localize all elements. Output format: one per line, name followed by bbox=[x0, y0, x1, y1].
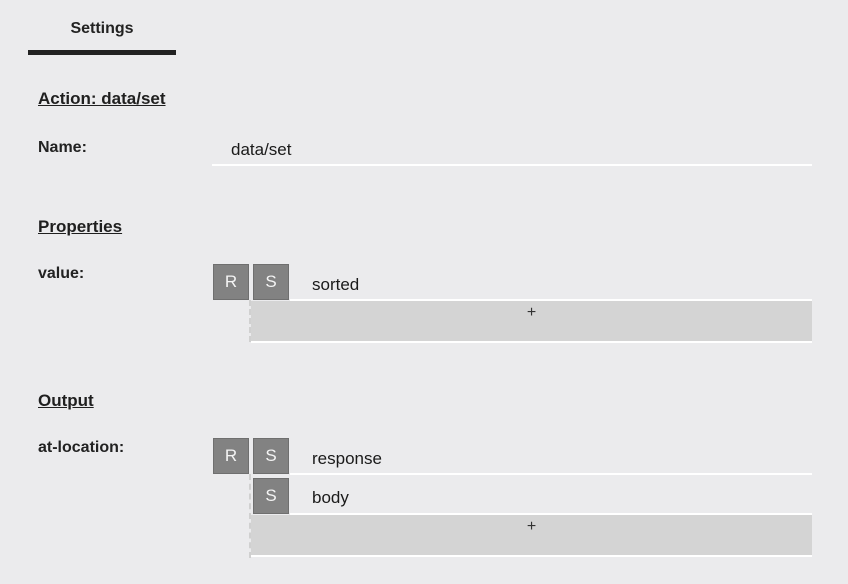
value-string-button[interactable]: S bbox=[253, 264, 289, 300]
name-input[interactable]: data/set bbox=[212, 132, 812, 166]
location-row-text-2[interactable]: body bbox=[312, 488, 349, 508]
location-string-button-1[interactable]: S bbox=[253, 438, 289, 474]
location-reference-button[interactable]: R bbox=[213, 438, 249, 474]
at-location-label: at-location: bbox=[38, 439, 125, 456]
plus-icon: + bbox=[526, 518, 537, 535]
value-add-button[interactable]: + bbox=[251, 301, 812, 343]
name-label: Name: bbox=[38, 139, 87, 156]
value-label: value: bbox=[38, 265, 85, 282]
name-input-value: data/set bbox=[231, 140, 292, 159]
location-add-button[interactable]: + bbox=[251, 515, 812, 557]
location-row-text-1[interactable]: response bbox=[312, 449, 382, 469]
value-row-text[interactable]: sorted bbox=[312, 275, 359, 295]
tab-settings[interactable]: Settings bbox=[28, 0, 176, 56]
tab-active-indicator bbox=[28, 50, 176, 55]
output-heading: Output bbox=[38, 391, 94, 410]
location-row-underline-1 bbox=[290, 473, 812, 475]
location-string-button-2[interactable]: S bbox=[253, 478, 289, 514]
plus-icon: + bbox=[526, 304, 537, 321]
action-heading: Action: data/set bbox=[38, 89, 166, 108]
properties-heading: Properties bbox=[38, 217, 123, 236]
value-reference-button[interactable]: R bbox=[213, 264, 249, 300]
tab-settings-label: Settings bbox=[70, 20, 134, 37]
